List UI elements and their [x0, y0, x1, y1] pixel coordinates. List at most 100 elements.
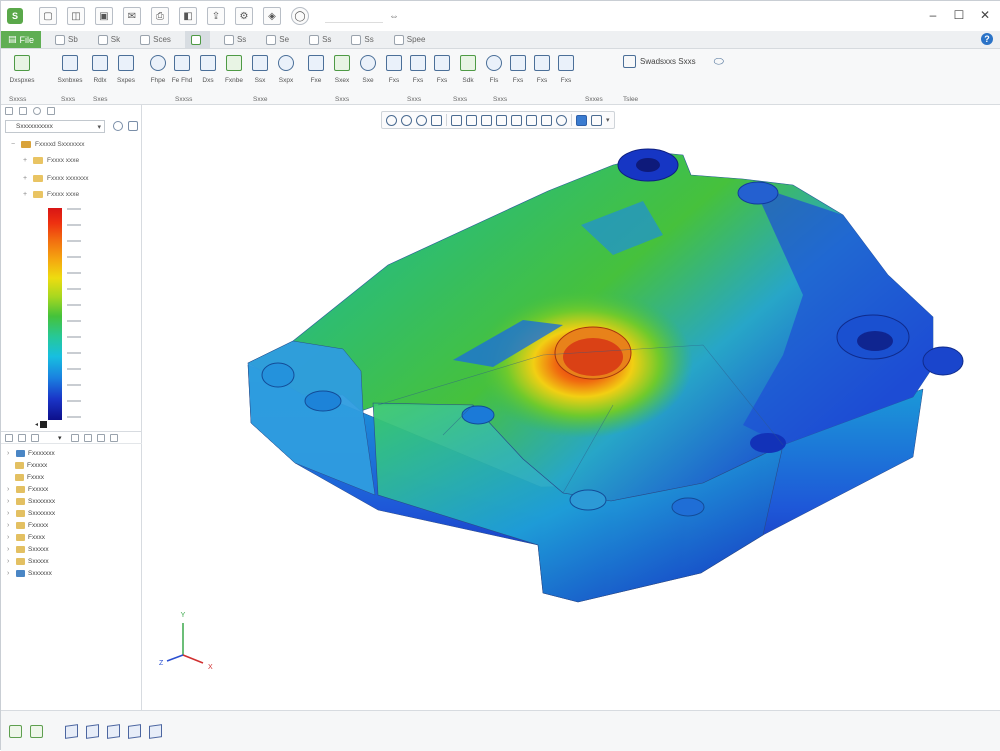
folder-icon	[16, 498, 25, 505]
tab-sb[interactable]: Sb	[49, 31, 84, 48]
panel-collapse-icon[interactable]	[5, 107, 13, 115]
expand-icon[interactable]: ›	[7, 534, 13, 541]
ribbon-group-label: Sxxss	[175, 96, 193, 103]
x-axis-label: X	[208, 664, 213, 671]
tab-ss-icon	[309, 34, 320, 45]
tab-ss-icon	[223, 34, 234, 45]
ribbon-button-4[interactable]: Sxpes	[111, 55, 141, 87]
feature-item[interactable]: › Fxxxxx	[7, 486, 48, 493]
feature-item[interactable]: Fxxxxx	[15, 462, 47, 469]
folder-icon	[16, 546, 25, 553]
feature-tool-icon[interactable]	[109, 433, 118, 442]
feature-item[interactable]: › Fxxxxxxx	[7, 450, 55, 457]
feature-item[interactable]: › Sxxxxx	[7, 558, 49, 565]
folder-icon	[33, 157, 43, 164]
feature-item[interactable]: › Sxxxxxxx	[7, 498, 55, 505]
ribbon-button-label: Sdk	[462, 77, 474, 84]
tab-ss-2[interactable]: Ss	[303, 31, 337, 48]
tab-ss-icon	[351, 34, 362, 45]
mail-icon[interactable]: ✉	[123, 7, 141, 25]
probe-icon	[150, 55, 166, 71]
expand-icon[interactable]: ›	[7, 522, 13, 529]
view-top-icon[interactable]	[86, 723, 99, 739]
maximize-button[interactable]: ☐	[947, 7, 971, 23]
panel-pin-icon[interactable]	[113, 121, 123, 131]
view-back-icon[interactable]	[149, 723, 162, 739]
expand-icon[interactable]: ›	[7, 570, 13, 577]
ribbon-button-label: Fxs	[388, 77, 400, 84]
feature-tool-icon[interactable]	[31, 433, 39, 442]
expand-icon[interactable]: ›	[7, 546, 13, 553]
panel-close-icon[interactable]	[47, 107, 55, 115]
cube-icon[interactable]: ◈	[263, 7, 281, 25]
export-icon[interactable]: ⇪	[207, 7, 225, 25]
expand-icon[interactable]: ›	[7, 486, 13, 493]
tab-ss-3[interactable]: Ss	[345, 31, 379, 48]
folder-icon	[16, 558, 25, 565]
folder-icon	[16, 534, 25, 541]
feature-tool-icon[interactable]	[96, 433, 105, 442]
tab-file[interactable]: ▤ File	[1, 31, 41, 48]
expand-icon[interactable]: +	[23, 157, 29, 164]
expand-icon[interactable]: ›	[7, 498, 13, 505]
open-icon[interactable]: ◫	[67, 7, 85, 25]
view-right-icon[interactable]	[107, 723, 120, 739]
feature-tool-icon[interactable]	[83, 433, 92, 442]
ribbon-wide-command[interactable]: Swadsxxs Sxxs ⬭	[623, 53, 724, 69]
panel-filter-icon[interactable]	[19, 107, 27, 115]
tree-item-1[interactable]: + Fxxxx xxxe	[23, 157, 79, 164]
feature-item[interactable]: › Fxxxx	[7, 534, 45, 541]
feature-item[interactable]: › Sxxxxxxx	[7, 510, 55, 517]
minimize-button[interactable]: –	[921, 7, 945, 23]
ribbon-button-10[interactable]: Sxpx	[271, 55, 301, 87]
study-dropdown[interactable]: Sxxxxxxxxxx ▾	[5, 120, 105, 133]
app-logo-icon[interactable]: S	[7, 8, 23, 24]
feature-item[interactable]: Fxxxx	[15, 474, 44, 481]
circle-icon[interactable]: ◯	[291, 7, 309, 25]
print-icon[interactable]: ⎙	[151, 7, 169, 25]
graphics-viewport[interactable]: ▾ Y X Z	[143, 105, 1000, 710]
fea-stress-model[interactable]	[143, 105, 1000, 710]
tab-sk[interactable]: Sk	[92, 31, 126, 48]
ribbon-button-21[interactable]: Fxs	[551, 55, 581, 87]
settings-icon[interactable]: ⚙	[235, 7, 253, 25]
ribbon-button-2[interactable]: Sxnbxes	[55, 55, 85, 87]
tab-ss-1[interactable]: Ss	[218, 31, 252, 48]
tab-spee[interactable]: Spee	[388, 31, 432, 48]
view-iso-icon[interactable]	[128, 723, 141, 739]
shape-icon[interactable]: ⬭	[714, 54, 724, 69]
save-icon[interactable]: ▣	[95, 7, 113, 25]
expand-icon[interactable]: ›	[7, 450, 13, 457]
feature-tool-icon[interactable]	[70, 433, 79, 442]
collapse-icon[interactable]: −	[11, 141, 17, 148]
panel-search-icon[interactable]	[33, 107, 41, 115]
tree-item-2[interactable]: + Fxxxx xxxxxxx	[23, 175, 89, 182]
diagram-icon	[14, 55, 30, 71]
tree-item-3[interactable]: + Fxxxx xxxe	[23, 191, 79, 198]
panel-options-icon[interactable]	[128, 121, 138, 131]
feature-item[interactable]: › Sxxxxxx	[7, 570, 52, 577]
expand-icon[interactable]: +	[23, 191, 29, 198]
tab-sces[interactable]: Sces	[134, 31, 177, 48]
new-icon[interactable]: ▢	[39, 7, 57, 25]
view-front-icon[interactable]	[65, 723, 78, 739]
tab-se[interactable]: Se	[260, 31, 295, 48]
pdf-icon[interactable]: ◧	[179, 7, 197, 25]
expand-icon[interactable]: +	[23, 175, 29, 182]
select-icon[interactable]	[9, 724, 22, 738]
feature-item[interactable]: › Fxxxxx	[7, 522, 48, 529]
tab-active[interactable]	[184, 31, 210, 48]
title-arrow-icon[interactable]: ⇔	[389, 11, 399, 22]
close-button[interactable]: ✕	[973, 7, 997, 23]
expand-icon[interactable]: ›	[7, 510, 13, 517]
help-icon[interactable]: ?	[981, 33, 993, 45]
chevron-down-icon[interactable]: ▾	[58, 434, 62, 442]
feature-tool-icon[interactable]	[18, 433, 26, 442]
feature-tool-icon[interactable]	[5, 433, 13, 442]
axis-triad: Y X Z	[159, 612, 213, 671]
feature-item[interactable]: › Sxxxxx	[7, 546, 49, 553]
filter-icon[interactable]	[30, 724, 43, 738]
expand-icon[interactable]: ›	[7, 558, 13, 565]
tree-item-root[interactable]: − Fxxxxd Sxxxxxxx	[11, 141, 84, 148]
ribbon-button-1[interactable]: Dxspxes	[7, 55, 37, 87]
